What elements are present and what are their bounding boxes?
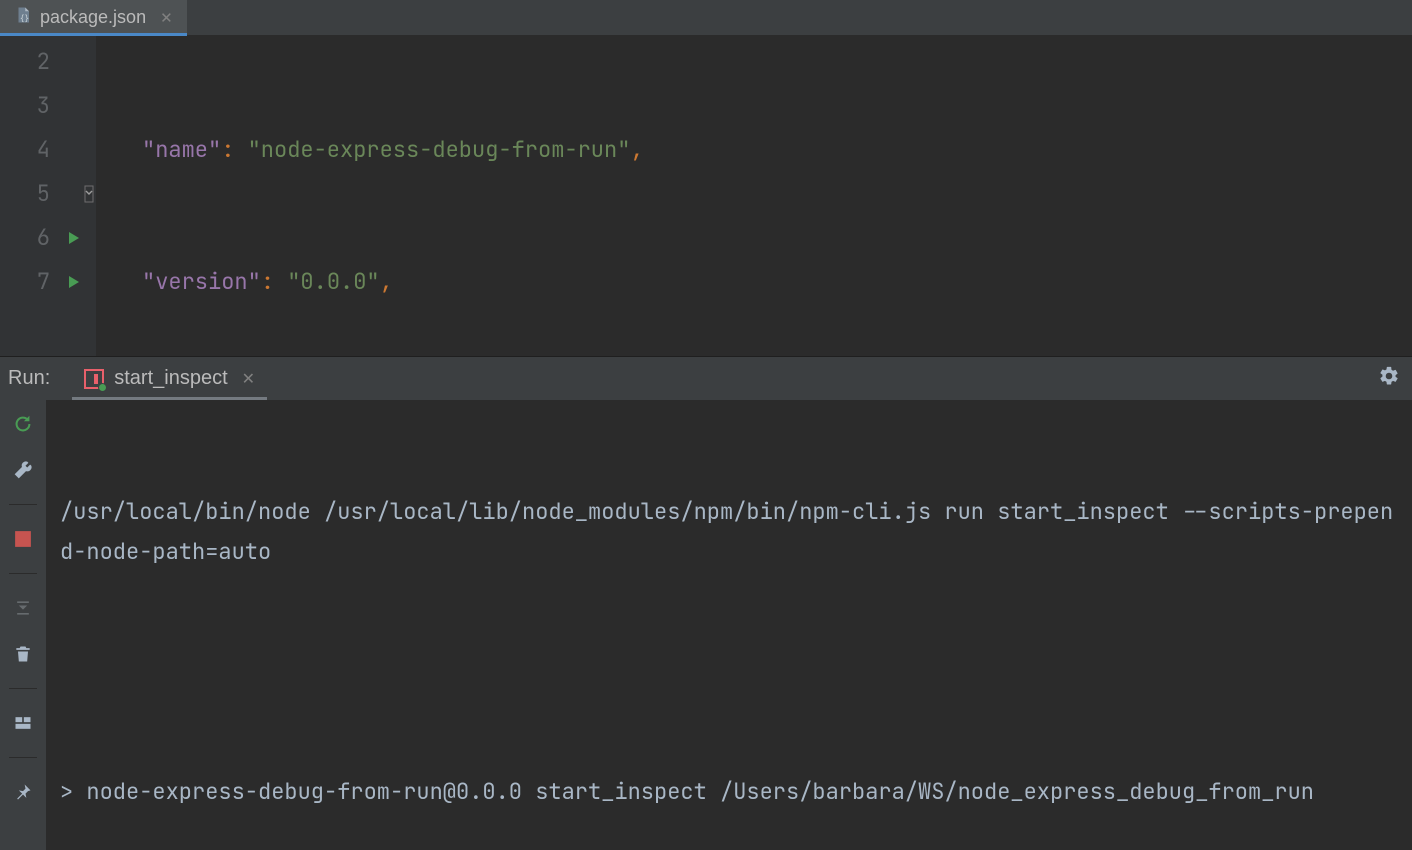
line-number: 7 <box>0 260 96 304</box>
layout-icon[interactable] <box>9 709 37 737</box>
fold-marker-icon[interactable] <box>82 185 96 203</box>
close-icon[interactable]: ✕ <box>242 369 255 389</box>
run-toolwindow-header: Run: start_inspect ✕ <box>0 356 1412 400</box>
editor-gutter: 2 3 4 5 6 7 <box>0 36 96 356</box>
run-tab-start-inspect[interactable]: start_inspect ✕ <box>72 357 267 400</box>
tab-package-json[interactable]: {} package.json ✕ <box>0 0 187 35</box>
gear-icon[interactable] <box>1378 365 1400 392</box>
tab-label: package.json <box>40 7 146 28</box>
console-line: /usr/local/bin/node /usr/local/lib/node_… <box>60 492 1406 572</box>
editor-content[interactable]: "name": "node-express-debug-from-run", "… <box>96 36 1412 356</box>
run-toolwindow-body: /usr/local/bin/node /usr/local/lib/node_… <box>0 400 1412 850</box>
line-number: 6 <box>0 216 96 260</box>
console-line: > node-express-debug-from-run@0.0.0 star… <box>60 772 1406 812</box>
wrench-icon[interactable] <box>9 456 37 484</box>
console-output[interactable]: /usr/local/bin/node /usr/local/lib/node_… <box>46 400 1412 850</box>
run-gutter-icon[interactable] <box>66 230 82 246</box>
line-number: 3 <box>0 84 96 128</box>
trash-icon[interactable] <box>9 640 37 668</box>
stop-button[interactable] <box>9 525 37 553</box>
line-number: 5 <box>0 172 96 216</box>
close-icon[interactable]: ✕ <box>160 9 173 27</box>
run-toolbar <box>0 400 46 850</box>
pin-icon[interactable] <box>9 778 37 806</box>
code-editor[interactable]: 2 3 4 5 6 7 "name": <box>0 36 1412 356</box>
rerun-button[interactable] <box>9 410 37 438</box>
svg-text:{}: {} <box>20 13 29 22</box>
line-number: 4 <box>0 128 96 172</box>
run-tab-label: start_inspect <box>114 367 227 390</box>
console-line <box>60 652 1406 692</box>
line-number: 2 <box>0 40 96 84</box>
run-gutter-icon[interactable] <box>66 274 82 290</box>
scroll-to-end-button[interactable] <box>9 594 37 622</box>
editor-tabs-bar: {} package.json ✕ <box>0 0 1412 36</box>
json-file-icon: {} <box>14 6 32 29</box>
run-panel-title: Run: <box>8 367 50 390</box>
npm-run-icon <box>84 369 104 389</box>
